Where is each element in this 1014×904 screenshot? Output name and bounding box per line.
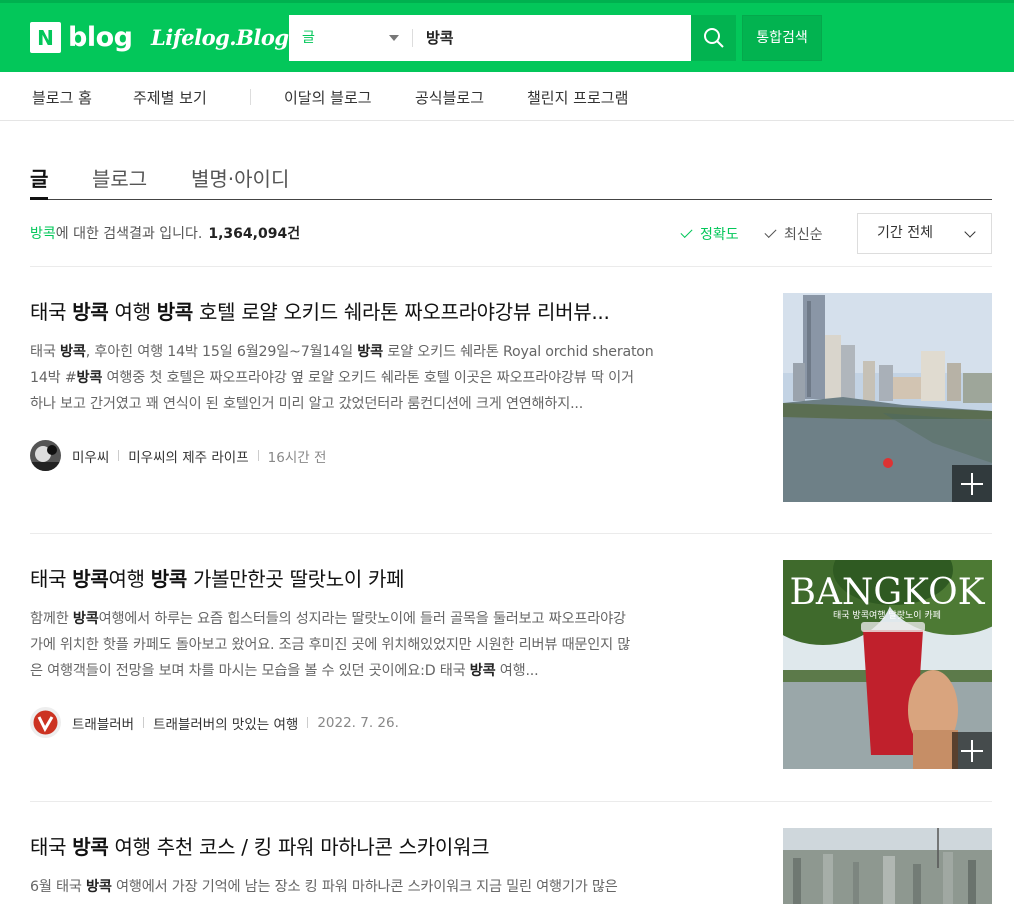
post-thumbnail[interactable]: BANGKOK 태국 방콕여행 딸랏노이 카페 <box>783 560 992 769</box>
search-divider <box>412 29 413 47</box>
post-thumbnail[interactable] <box>783 828 992 904</box>
post-title[interactable]: 태국 방콕여행 방콕 가볼만한곳 딸랏노이 카페 <box>30 563 405 592</box>
post-time: 16시간 전 <box>267 449 327 466</box>
check-icon <box>680 225 693 239</box>
search-input[interactable]: 방콕 <box>426 15 454 61</box>
author-name[interactable]: 미우씨 <box>72 446 109 466</box>
blog-wordmark: blog <box>68 22 133 53</box>
header: N blog Lifelog.Blog 글 방콕 통합검색 <box>0 0 1014 72</box>
thumbnail-title: BANGKOK <box>789 572 985 613</box>
chevron-down-icon[interactable] <box>389 35 399 41</box>
meta-divider <box>143 717 145 728</box>
meta-divider <box>118 450 120 461</box>
post-meta: 미우씨 미우씨의 제주 라이프 16시간 전 <box>30 440 326 471</box>
main-nav: 블로그 홈 주제별 보기 이달의 블로그 공식블로그 챌린지 프로그램 <box>0 72 1014 121</box>
post-time: 2022. 7. 26. <box>317 714 399 731</box>
avatar[interactable] <box>30 440 61 471</box>
meta-divider <box>257 450 259 461</box>
post-item: 태국 방콕여행 방콕 가볼만한곳 딸랏노이 카페 함께한 방콕여행에서 하루는 … <box>30 560 992 775</box>
post-item: 태국 방콕 여행 방콕 호텔 로얄 오키드 쉐라톤 짜오프라야강뷰 리버뷰...… <box>30 293 992 508</box>
divider <box>30 801 992 802</box>
search-scope-select[interactable]: 글 <box>302 15 315 61</box>
nav-blog-of-month[interactable]: 이달의 블로그 <box>284 87 372 108</box>
post-title[interactable]: 태국 방콕 여행 추천 코스 / 킹 파워 마하나콘 스카이워크 <box>30 831 489 860</box>
divider <box>30 266 992 267</box>
meta-divider <box>307 717 309 728</box>
nav-topic-view[interactable]: 주제별 보기 <box>133 87 207 108</box>
sort-accuracy-label: 정확도 <box>700 227 739 243</box>
lifelog-blog-logo[interactable]: Lifelog.Blog <box>151 25 289 50</box>
post-snippet[interactable]: 태국 방콕, 후아힌 여행 14박 15일 6월29일~7월14일 방콕 로얄 … <box>30 339 742 417</box>
nav-challenge-program[interactable]: 챌린지 프로그램 <box>527 87 628 108</box>
tab-posts[interactable]: 글 <box>30 163 48 192</box>
divider <box>30 533 992 534</box>
summary-keyword: 방콕 <box>30 226 56 242</box>
check-icon <box>764 225 777 239</box>
tab-active-indicator <box>30 197 48 200</box>
result-count: 1,364,094건 <box>208 226 301 242</box>
blog-name[interactable]: 미우씨의 제주 라이프 <box>128 446 248 466</box>
search-button[interactable] <box>691 15 736 61</box>
sort-accuracy[interactable]: 정확도 <box>680 224 739 244</box>
post-title[interactable]: 태국 방콕 여행 방콕 호텔 로얄 오키드 쉐라톤 짜오프라야강뷰 리버뷰... <box>30 296 610 325</box>
result-summary: 방콕에 대한 검색결과 입니다. 1,364,094건 <box>30 223 300 243</box>
post-meta: 트래블러버 트래블러버의 맛있는 여행 2022. 7. 26. <box>30 707 399 738</box>
thumbnail-subtitle: 태국 방콕여행 딸랏노이 카페 <box>833 609 941 621</box>
tab-blogs[interactable]: 블로그 <box>92 163 147 192</box>
post-item: 태국 방콕 여행 추천 코스 / 킹 파워 마하나콘 스카이워크 6월 태국 방… <box>30 828 992 904</box>
post-thumbnail[interactable] <box>783 293 992 502</box>
post-snippet[interactable]: 함께한 방콕여행에서 하루는 요즘 힙스터들의 성지라는 딸랏노이에 들러 골목… <box>30 606 742 684</box>
tab-nickname-id[interactable]: 별명·아이디 <box>191 163 289 192</box>
post-snippet[interactable]: 6월 태국 방콕 여행에서 가장 기억에 남는 장소 킹 파워 마하나콘 스카이… <box>30 874 742 900</box>
integrated-search-button[interactable]: 통합검색 <box>742 15 822 61</box>
plus-icon[interactable] <box>952 465 992 502</box>
search-icon <box>703 28 724 48</box>
sort-latest[interactable]: 최신순 <box>764 224 823 244</box>
chevron-down-icon <box>964 226 976 238</box>
plus-icon[interactable] <box>952 732 992 769</box>
nav-blog-home[interactable]: 블로그 홈 <box>32 87 92 108</box>
naver-blog-logo[interactable]: N blog <box>30 22 133 53</box>
summary-text: 에 대한 검색결과 입니다. <box>55 226 203 242</box>
nav-official-blog[interactable]: 공식블로그 <box>415 87 484 108</box>
blog-name[interactable]: 트래블러버의 맛있는 여행 <box>153 713 298 733</box>
period-label: 기간 전체 <box>877 225 933 241</box>
author-name[interactable]: 트래블러버 <box>72 713 134 733</box>
avatar[interactable] <box>30 707 61 738</box>
search-box: 글 방콕 <box>289 15 691 61</box>
sort-latest-label: 최신순 <box>784 227 823 243</box>
tab-underline <box>30 199 992 200</box>
nav-divider <box>250 89 251 105</box>
period-dropdown[interactable]: 기간 전체 <box>857 213 992 254</box>
naver-n-logo: N <box>30 22 61 53</box>
